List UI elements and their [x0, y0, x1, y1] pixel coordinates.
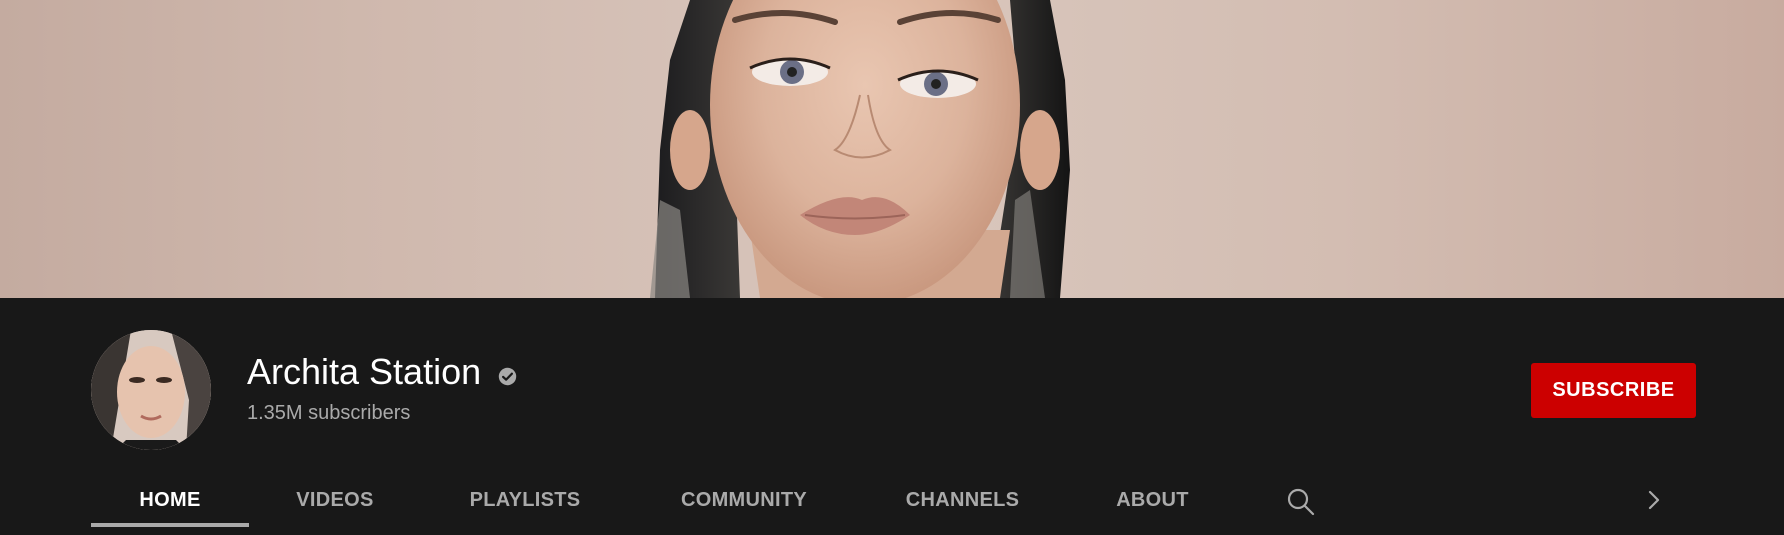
channel-banner — [0, 0, 1784, 298]
channel-tabs: HOME VIDEOS PLAYLISTS COMMUNITY CHANNELS… — [0, 465, 1784, 535]
tab-channels[interactable]: CHANNELS — [885, 465, 1040, 535]
banner-portrait-image — [650, 0, 1070, 298]
subscribe-button[interactable]: SUBSCRIBE — [1531, 363, 1696, 418]
avatar[interactable] — [91, 330, 211, 450]
tab-about[interactable]: ABOUT — [1100, 465, 1205, 535]
chevron-right-icon[interactable] — [1644, 487, 1664, 513]
channel-name: Archita Station — [247, 351, 482, 392]
active-tab-indicator — [91, 523, 249, 527]
channel-header: Archita Station 1.35M subscribers SUBSCR… — [0, 298, 1784, 535]
subscriber-count: 1.35M subscribers — [247, 402, 411, 424]
tab-community[interactable]: COMMUNITY — [660, 465, 828, 535]
search-icon[interactable] — [1286, 487, 1316, 517]
tab-videos[interactable]: VIDEOS — [275, 465, 395, 535]
channel-page: Archita Station 1.35M subscribers SUBSCR… — [0, 0, 1784, 535]
tab-playlists[interactable]: PLAYLISTS — [450, 465, 600, 535]
verified-check-icon — [498, 367, 517, 386]
avatar-image — [91, 330, 211, 450]
